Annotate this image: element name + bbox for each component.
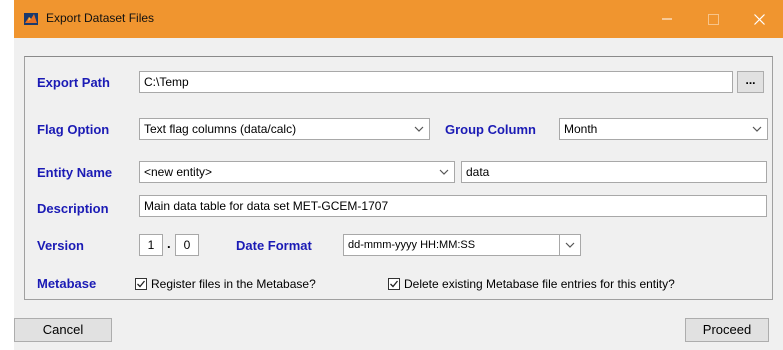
maximize-button[interactable] [690, 4, 736, 34]
date-format-value: dd-mmm-yyyy HH:MM:SS [348, 239, 476, 251]
chevron-down-icon [409, 119, 429, 139]
group-column-label: Group Column [445, 122, 536, 137]
chevron-down-icon [747, 119, 767, 139]
entity-name-label: Entity Name [37, 165, 113, 180]
description-input[interactable]: Main data table for data set MET-GCEM-17… [139, 195, 767, 217]
maximize-icon [707, 13, 719, 25]
date-format-label: Date Format [236, 238, 312, 253]
date-format-dropdown[interactable]: dd-mmm-yyyy HH:MM:SS [343, 234, 581, 256]
group-column-value: Month [564, 122, 598, 136]
version-separator: . [167, 236, 171, 251]
flag-option-label: Flag Option [37, 122, 110, 137]
version-label: Version [37, 238, 84, 253]
group-column-dropdown[interactable]: Month [559, 118, 768, 140]
entity-name-dropdown[interactable]: <new entity> [139, 161, 455, 183]
chevron-down-icon [434, 162, 454, 182]
description-label: Description [37, 201, 109, 216]
export-path-label: Export Path [37, 75, 110, 90]
options-panel: Export Path C:\Temp ... Flag Option Text… [24, 56, 773, 300]
proceed-button[interactable]: Proceed [685, 318, 769, 342]
checkbox-checked-icon [135, 278, 147, 290]
delete-metabase-entries-label: Delete existing Metabase file entries fo… [404, 277, 675, 291]
minimize-button[interactable] [644, 4, 690, 34]
entity-name-input[interactable]: data [461, 161, 767, 183]
entity-name-selected: <new entity> [144, 165, 213, 179]
minimize-icon [662, 18, 672, 20]
cancel-button[interactable]: Cancel [14, 318, 112, 342]
register-metabase-label: Register files in the Metabase? [151, 277, 316, 291]
close-button[interactable] [736, 4, 782, 34]
flag-option-value: Text flag columns (data/calc) [144, 122, 297, 136]
delete-metabase-entries-checkbox[interactable]: Delete existing Metabase file entries fo… [388, 277, 675, 291]
close-icon [753, 13, 765, 25]
chevron-down-icon [559, 235, 580, 255]
browse-button[interactable]: ... [737, 71, 764, 93]
version-major-input[interactable]: 1 [139, 234, 163, 256]
window-title: Export Dataset Files [46, 11, 155, 25]
flag-option-dropdown[interactable]: Text flag columns (data/calc) [139, 118, 430, 140]
checkbox-checked-icon [388, 278, 400, 290]
export-path-input[interactable]: C:\Temp [139, 71, 733, 93]
export-dataset-window: Export Dataset Files Export Path C:\Temp… [14, 0, 783, 350]
register-metabase-checkbox[interactable]: Register files in the Metabase? [135, 277, 316, 291]
metabase-label: Metabase [37, 276, 97, 291]
version-minor-input[interactable]: 0 [175, 234, 199, 256]
matlab-logo-icon [24, 13, 38, 25]
title-bar[interactable]: Export Dataset Files [14, 0, 783, 38]
